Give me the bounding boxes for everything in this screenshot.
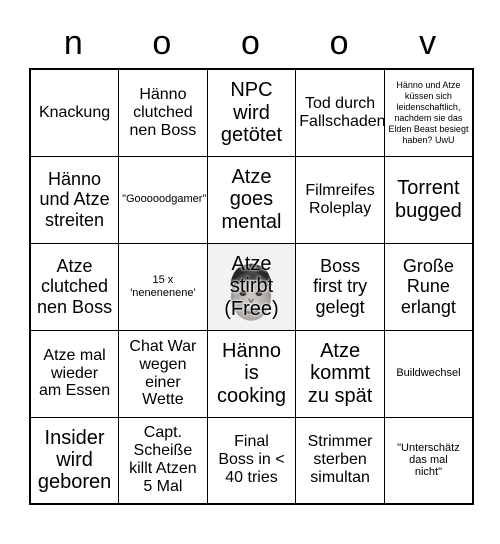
bingo-row: Knackung Hänno clutched nen Boss NPC wird … (29, 68, 474, 157)
bingo-cell-label: "Gooooodgamer" (122, 193, 207, 206)
bingo-cell-label: Insider wird geboren (37, 426, 112, 494)
bingo-cell-label: Chat War wegen einer Wette (129, 337, 197, 409)
bingo-cell-r2-c1[interactable]: 15 x 'nenenenene' (118, 242, 208, 331)
bingo-cell-r4-c3[interactable]: Strimmer sterben simultan (295, 416, 385, 505)
bingo-cell-label: Strimmer sterben simultan (307, 433, 373, 487)
bingo-cell-r1-c4[interactable]: Torrent bugged (383, 155, 474, 244)
bingo-cell-r4-c1[interactable]: Capt. Scheiße killt Atzen 5 Mal (118, 416, 208, 505)
bingo-cell-r0-c0[interactable]: Knackung (29, 68, 120, 157)
bingo-row: Atze clutched nen Boss 15 x 'nenenenene' A… (29, 242, 474, 331)
bingo-cell-r1-c2[interactable]: Atze goes mental (206, 155, 297, 244)
bingo-cell-label: Capt. Scheiße killt Atzen 5 Mal (129, 424, 197, 496)
bingo-header-row: nooov (29, 22, 472, 68)
bingo-cell-r3-c0[interactable]: Atze mal wieder am Essen (29, 329, 120, 418)
bingo-cell-label: Boss first try gelegt (313, 256, 368, 317)
bingo-cell-r4-c4[interactable]: "Unterschätz das mal nicht" (383, 416, 474, 505)
bingo-cell-label: Atze goes mental (221, 165, 282, 233)
bingo-cell-r2-c3[interactable]: Boss first try gelegt (295, 242, 385, 331)
bingo-header-letter-1: o (152, 24, 172, 62)
bingo-cell-r2-c4[interactable]: Große Rune erlangt (383, 242, 474, 331)
bingo-grid: Knackung Hänno clutched nen Boss NPC wird … (29, 68, 474, 505)
bingo-card: n o o o v Knackung Hänno clutched nen Boss NPC… (29, 22, 474, 505)
bingo-cell-label: 15 x 'nenenenene' (130, 274, 196, 299)
bingo-cell-label: Hänno is cooking (217, 339, 286, 407)
bingo-cell-label: Große Rune erlangt (400, 256, 456, 317)
bingo-cell-label: Atze mal wieder am Essen (38, 346, 111, 400)
bingo-row: Insider wird geboren Capt. Scheiße killt … (29, 416, 474, 505)
bingo-cell-label: NPC wird getötet (220, 79, 283, 146)
bingo-cell-r2-c0[interactable]: Atze clutched nen Boss (29, 242, 120, 331)
bingo-cell-r1-c3[interactable]: Filmreifes Roleplay (295, 155, 385, 244)
bingo-cell-r3-c2[interactable]: Hänno is cooking (206, 329, 297, 418)
bingo-cell-r4-c0[interactable]: Insider wird geboren (29, 416, 120, 505)
bingo-cell-label: Atze stirbt (Free) (224, 252, 279, 320)
bingo-cell-label: "Unterschätz das mal nicht" (397, 441, 460, 479)
bingo-cell-r0-c1[interactable]: Hänno clutched nen Boss (118, 68, 208, 157)
bingo-cell-r1-c0[interactable]: Hänno und Atze streiten (29, 155, 120, 244)
bingo-cell-label: Hänno und Atze streiten (39, 169, 110, 230)
bingo-cell-r0-c4[interactable]: Hänno und Atze küssen sich leidenschaftl… (383, 68, 474, 157)
bingo-cell-label: Atze kommt zu spät (307, 339, 373, 407)
bingo-cell-r3-c4[interactable]: Buildwechsel (383, 329, 474, 418)
bingo-header-letter-0: n (63, 24, 83, 62)
bingo-cell-label: Knackung (38, 103, 111, 121)
bingo-cell-label: Buildwechsel (396, 367, 461, 380)
bingo-cell-label: Final Boss in < 40 tries (218, 433, 285, 487)
bingo-header-letter-3: o (329, 24, 349, 62)
bingo-cell-label: Atze clutched nen Boss (37, 256, 113, 317)
bingo-row: Hänno und Atze streiten "Gooooodgamer" Atz… (29, 155, 474, 244)
bingo-cell-label: Filmreifes Roleplay (305, 181, 375, 217)
bingo-cell-label: Hänno clutched nen Boss (129, 85, 197, 139)
bingo-cell-r1-c1[interactable]: "Gooooodgamer" (118, 155, 208, 244)
bingo-free-cell[interactable]: Atze stirbt (Free) (206, 242, 297, 331)
bingo-cell-r0-c3[interactable]: Tod durch Fallschaden (295, 68, 385, 157)
bingo-cell-label: Tod durch Fallschaden (299, 94, 385, 130)
bingo-cell-r3-c3[interactable]: Atze kommt zu spät (295, 329, 385, 418)
bingo-header-letter-4: v (419, 24, 437, 62)
bingo-row: Atze mal wieder am Essen Chat War wegen e… (29, 329, 474, 418)
bingo-cell-r4-c2[interactable]: Final Boss in < 40 tries (206, 416, 297, 505)
bingo-cell-label: Hänno und Atze küssen sich leidenschaftl… (388, 79, 469, 145)
bingo-cell-label: Torrent bugged (395, 177, 462, 222)
bingo-header-letter-2: o (241, 24, 260, 62)
bingo-grid-body: Knackung Hänno clutched nen Boss NPC wird … (29, 68, 474, 505)
bingo-cell-r0-c2[interactable]: NPC wird getötet (206, 68, 297, 157)
bingo-cell-r3-c1[interactable]: Chat War wegen einer Wette (118, 329, 208, 418)
